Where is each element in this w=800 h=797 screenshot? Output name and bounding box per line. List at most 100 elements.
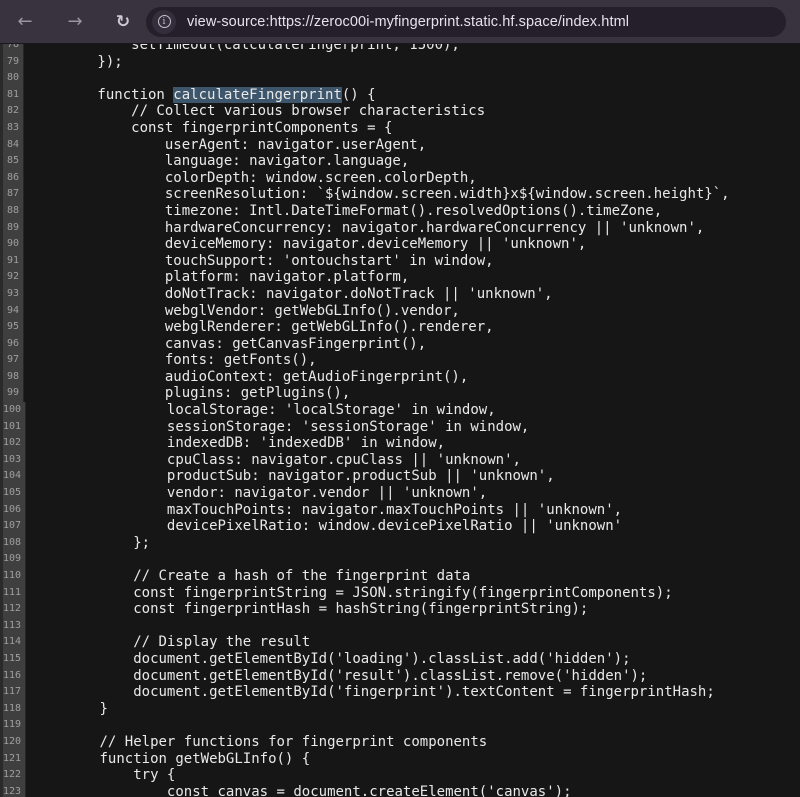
line-number: 96	[0, 336, 24, 353]
code-text: doNotTrack: navigator.doNotTrack || 'unk…	[24, 286, 800, 303]
code-text	[26, 551, 800, 568]
url-text: view-source:https://zeroc00i-myfingerpri…	[187, 14, 629, 30]
code-text: webglRenderer: getWebGLInfo().renderer,	[24, 319, 800, 336]
source-line: 116 document.getElementById('result').cl…	[0, 668, 800, 685]
source-line: 98 audioContext: getAudioFingerprint(),	[0, 369, 800, 386]
line-number: 84	[0, 137, 24, 154]
source-line: 109	[0, 551, 800, 568]
source-line: 105 vendor: navigator.vendor || 'unknown…	[0, 485, 800, 502]
code-text: const fingerprintHash = hashString(finge…	[26, 601, 800, 618]
line-number: 100	[0, 402, 26, 419]
code-text: // Helper functions for fingerprint comp…	[26, 734, 800, 751]
line-number: 78	[0, 44, 24, 54]
code-text: canvas: getCanvasFingerprint(),	[24, 336, 800, 353]
code-text: function getWebGLInfo() {	[26, 751, 800, 768]
source-line: 89 hardwareConcurrency: navigator.hardwa…	[0, 220, 800, 237]
source-line: 94 webglVendor: getWebGLInfo().vendor,	[0, 303, 800, 320]
source-line: 91 touchSupport: 'ontouchstart' in windo…	[0, 253, 800, 270]
code-text: try {	[26, 767, 800, 784]
source-line: 104 productSub: navigator.productSub || …	[0, 468, 800, 485]
code-text: audioContext: getAudioFingerprint(),	[24, 369, 800, 386]
source-line: 84 userAgent: navigator.userAgent,	[0, 137, 800, 154]
line-number: 88	[0, 203, 24, 220]
site-info-button[interactable]: i	[152, 10, 176, 34]
source-line: 87 screenResolution: `${window.screen.wi…	[0, 186, 800, 203]
line-number: 95	[0, 319, 24, 336]
info-icon: i	[158, 15, 171, 28]
line-number: 99	[0, 385, 24, 402]
code-text	[24, 70, 800, 87]
line-number: 116	[0, 668, 26, 685]
source-line: 79 });	[0, 54, 800, 71]
code-text: cpuClass: navigator.cpuClass || 'unknown…	[26, 452, 800, 469]
line-number: 94	[0, 303, 24, 320]
line-number: 123	[0, 784, 26, 797]
source-line: 121 function getWebGLInfo() {	[0, 751, 800, 768]
line-number: 91	[0, 253, 24, 270]
source-line: 106 maxTouchPoints: navigator.maxTouchPo…	[0, 502, 800, 519]
code-text: touchSupport: 'ontouchstart' in window,	[24, 253, 800, 270]
line-number: 79	[0, 54, 24, 71]
source-line: 113	[0, 618, 800, 635]
source-line: 101 sessionStorage: 'sessionStorage' in …	[0, 419, 800, 436]
code-text: sessionStorage: 'sessionStorage' in wind…	[26, 419, 800, 436]
code-text: devicePixelRatio: window.devicePixelRati…	[26, 518, 800, 535]
code-text: screenResolution: `${window.screen.width…	[24, 186, 800, 203]
code-text: const fingerprintString = JSON.stringify…	[26, 585, 800, 602]
code-text: document.getElementById('fingerprint').t…	[26, 684, 800, 701]
code-text: // Create a hash of the fingerprint data	[26, 568, 800, 585]
source-line: 88 timezone: Intl.DateTimeFormat().resol…	[0, 203, 800, 220]
code-text: fonts: getFonts(),	[24, 352, 800, 369]
line-number: 114	[0, 634, 26, 651]
source-line: 119	[0, 717, 800, 734]
forward-button[interactable]: →	[62, 9, 88, 35]
code-text: deviceMemory: navigator.deviceMemory || …	[24, 236, 800, 253]
line-number: 101	[0, 419, 26, 436]
line-number: 98	[0, 369, 24, 386]
line-number: 121	[0, 751, 26, 768]
source-line: 100 localStorage: 'localStorage' in wind…	[0, 402, 800, 419]
source-line: 112 const fingerprintHash = hashString(f…	[0, 601, 800, 618]
line-number: 117	[0, 684, 26, 701]
source-line: 92 platform: navigator.platform,	[0, 269, 800, 286]
source-line: 82 // Collect various browser characteri…	[0, 103, 800, 120]
code-text: setTimeout(calculateFingerprint, 1500);	[24, 44, 800, 54]
line-number: 103	[0, 452, 26, 469]
code-text: timezone: Intl.DateTimeFormat().resolved…	[24, 203, 800, 220]
line-number: 122	[0, 767, 26, 784]
code-text: plugins: getPlugins(),	[24, 385, 800, 402]
code-text: hardwareConcurrency: navigator.hardwareC…	[24, 220, 800, 237]
source-line: 107 devicePixelRatio: window.devicePixel…	[0, 518, 800, 535]
code-text	[26, 618, 800, 635]
line-number: 113	[0, 618, 26, 635]
code-text: });	[24, 54, 800, 71]
back-button[interactable]: ←	[12, 9, 38, 35]
source-line: 80	[0, 70, 800, 87]
line-number: 110	[0, 568, 26, 585]
source-line: 95 webglRenderer: getWebGLInfo().rendere…	[0, 319, 800, 336]
source-line: 108 };	[0, 535, 800, 552]
line-number: 82	[0, 103, 24, 120]
source-line: 97 fonts: getFonts(),	[0, 352, 800, 369]
code-text: vendor: navigator.vendor || 'unknown',	[26, 485, 800, 502]
line-number: 85	[0, 153, 24, 170]
reload-button[interactable]: ↻	[110, 9, 136, 35]
code-text: document.getElementById('loading').class…	[26, 651, 800, 668]
code-text: webglVendor: getWebGLInfo().vendor,	[24, 303, 800, 320]
code-text: const canvas = document.createElement('c…	[26, 784, 800, 797]
code-text: maxTouchPoints: navigator.maxTouchPoints…	[26, 502, 800, 519]
code-text: productSub: navigator.productSub || 'unk…	[26, 468, 800, 485]
source-line: 111 const fingerprintString = JSON.strin…	[0, 585, 800, 602]
search-highlight: calculateFingerprint	[173, 87, 342, 103]
code-text: platform: navigator.platform,	[24, 269, 800, 286]
line-number: 83	[0, 120, 24, 137]
line-number: 87	[0, 186, 24, 203]
source-line: 103 cpuClass: navigator.cpuClass || 'unk…	[0, 452, 800, 469]
source-line: 102 indexedDB: 'indexedDB' in window,	[0, 435, 800, 452]
code-listing: 78 setTimeout(calculateFingerprint, 1500…	[0, 44, 800, 797]
address-bar[interactable]: i view-source:https://zeroc00i-myfingerp…	[146, 7, 786, 37]
code-text: }	[26, 701, 800, 718]
code-text: const fingerprintComponents = {	[24, 120, 800, 137]
line-number: 92	[0, 269, 24, 286]
code-text: };	[26, 535, 800, 552]
